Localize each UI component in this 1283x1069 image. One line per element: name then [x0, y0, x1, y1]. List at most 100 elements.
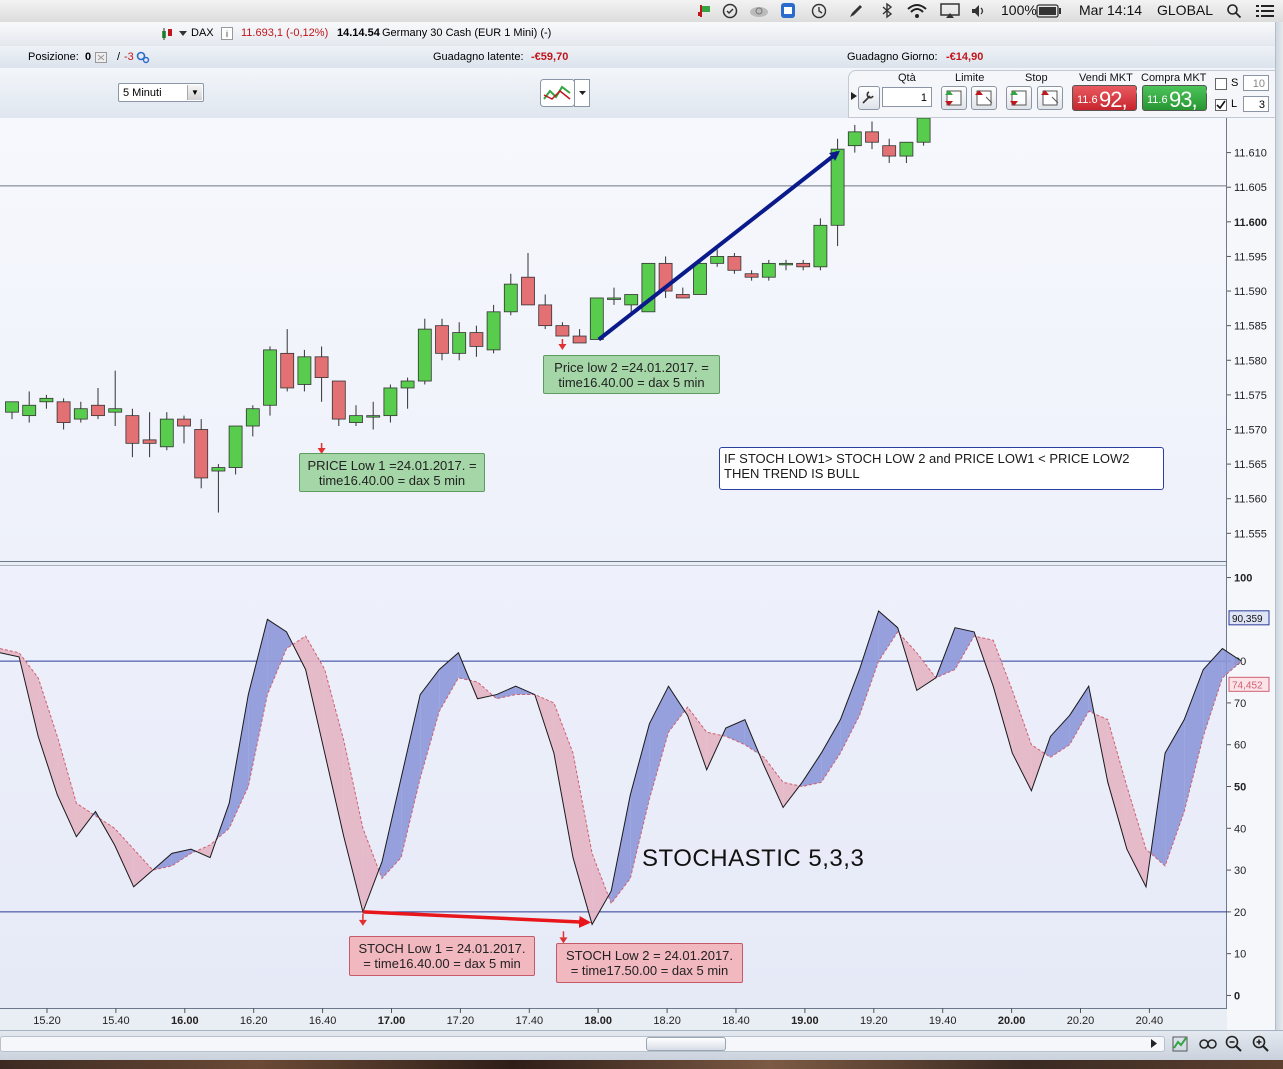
stoch-y-tick-label: 40 [1234, 823, 1246, 835]
sell-mkt-button[interactable]: 11.6 92, 6 [1072, 85, 1142, 112]
chart-area[interactable]: 11.555 11.560 11.565 11.570 11.575 11.580 11.5… [0, 118, 1275, 1030]
menubar-global[interactable]: GLOBAL [1157, 2, 1213, 18]
airplay-icon[interactable] [940, 3, 960, 19]
candle-up [383, 387, 398, 417]
rule-note: IF STOCH LOW1> STOCH LOW 2 and PRICE LOW… [719, 447, 1164, 490]
buy-mkt-button[interactable]: 11.6 93, 6 [1142, 85, 1212, 112]
limit-buy-icon [945, 90, 962, 106]
instrument-bar: DAX i 11.693,1 (-0,12%) 14.14.54 Germany… [0, 22, 1283, 47]
price-low2-line1: Price low 2 =24.01.2017. = [554, 360, 709, 375]
stoch-low1-line2: = time16.40.00 = dax 5 min [363, 956, 521, 971]
zoom-out-icon[interactable] [1225, 1035, 1243, 1053]
candle-down [796, 262, 811, 268]
s-checkbox[interactable] [1215, 78, 1227, 90]
day-gain-label: Guadagno Giorno: [847, 51, 938, 63]
stop-buy-button[interactable] [1006, 86, 1032, 110]
close-position-icon[interactable] [95, 52, 107, 63]
scroll-thumb[interactable] [646, 1037, 726, 1051]
candle-down [435, 325, 449, 354]
stoch-y-tick-label: 50 [1234, 782, 1246, 794]
window-edge [1275, 22, 1283, 1030]
stoch-y-tick-label: 60 [1234, 740, 1246, 752]
candle-down [555, 325, 570, 337]
play-icon[interactable] [851, 92, 857, 100]
time-machine-icon[interactable] [810, 2, 828, 19]
info-icon[interactable]: i [221, 27, 233, 40]
checkmark-icon[interactable] [722, 3, 738, 19]
sell-price-prefix: 11.6 [1077, 94, 1098, 106]
menubar-datetime[interactable]: Mar 14:14 [1079, 2, 1142, 18]
candle-down [727, 256, 742, 271]
day-gain-value: -€14,90 [946, 51, 984, 63]
unrealized-label: Guadagno latente: [433, 51, 524, 63]
qty-label: Qtà [898, 72, 916, 84]
stoch-y-tick-label: 10 [1234, 949, 1246, 961]
price-y-tick-label: 11.605 [1234, 182, 1267, 194]
horizontal-scrollbar[interactable] [0, 1036, 1165, 1052]
zoom-in-icon[interactable] [1252, 1035, 1270, 1053]
candle-up [486, 311, 501, 351]
candle-down [125, 415, 140, 444]
l-checkbox[interactable] [1215, 99, 1227, 111]
list-icon[interactable] [1256, 4, 1274, 18]
instrument-symbol[interactable]: DAX [191, 27, 214, 39]
cloud-icon[interactable] [748, 3, 770, 19]
candle-up [22, 404, 37, 417]
qty-input[interactable]: 1 [882, 87, 932, 107]
candle-down [91, 404, 105, 417]
chart-type-icon[interactable] [540, 79, 590, 107]
stoch-k-value: 90,359 [1232, 614, 1263, 625]
chevron-down-icon[interactable] [179, 31, 187, 37]
stoch-low1-note: STOCH Low 1 = 24.01.2017. = time16.40.00… [349, 936, 535, 976]
flag-icon[interactable] [697, 3, 713, 19]
position-orders: -3 [124, 51, 134, 63]
link-icon[interactable] [1198, 1035, 1218, 1053]
s-input[interactable]: 10 [1243, 75, 1269, 91]
price-low2-line2: time16.40.00 = dax 5 min [558, 375, 705, 390]
candle-down [280, 352, 295, 389]
candle-up [349, 415, 363, 423]
battery-icon[interactable] [1036, 4, 1062, 18]
wifi-icon[interactable] [906, 3, 928, 19]
scroll-right-icon[interactable] [1150, 1039, 1158, 1048]
candle-up [761, 262, 776, 278]
instrument-quote: 11.693,1 (-0,12%) [241, 27, 329, 39]
search-icon[interactable] [1226, 3, 1242, 19]
candle-up [916, 118, 931, 143]
pen-icon[interactable] [848, 3, 864, 19]
refresh-icon[interactable] [1171, 1035, 1189, 1053]
stop-sell-button[interactable] [1037, 86, 1063, 110]
wrench-button[interactable] [858, 86, 880, 110]
timeframe-select[interactable]: 5 Minuti ▼ [118, 83, 204, 102]
candle-down [744, 273, 759, 278]
x-tick-label: 16.20 [240, 1015, 268, 1027]
candle-up [39, 397, 54, 403]
bluetooth-icon[interactable] [881, 2, 893, 19]
limit-buy-button[interactable] [941, 86, 967, 110]
stoch-low2-line1: STOCH Low 2 = 24.01.2017. [565, 948, 734, 963]
price-y-tick-label: 11.600 [1234, 217, 1267, 229]
price-low1-line2: time16.40.00 = dax 5 min [318, 473, 466, 488]
price-y-tick-label: 11.575 [1234, 390, 1267, 402]
volume-icon[interactable] [970, 3, 986, 19]
s-label: S [1231, 77, 1239, 89]
l-input[interactable]: 3 [1243, 96, 1269, 112]
gear-icon[interactable] [136, 51, 150, 64]
app-icon[interactable] [780, 2, 796, 19]
order-panel: Qtà 1 Limite Stop Vendi MKT 11.6 92, 6 C… [848, 70, 1283, 118]
battery-percent: 100% [1001, 2, 1037, 18]
x-tick-label: 19.40 [929, 1015, 957, 1027]
price-y-tick-label: 11.595 [1234, 251, 1267, 263]
chevron-down-icon[interactable]: ▼ [187, 85, 202, 100]
price-y-tick-label: 11.610 [1234, 148, 1267, 160]
candle-down [882, 145, 897, 157]
candle-up [263, 349, 277, 406]
candle-up [245, 408, 260, 427]
price-y-tick-label: 11.580 [1234, 355, 1267, 367]
buy-price-main: 93, [1169, 87, 1198, 112]
limit-sell-button[interactable] [971, 86, 997, 110]
price-y-tick-label: 11.555 [1234, 528, 1267, 540]
candle-up [503, 283, 518, 313]
svg-text:i: i [226, 29, 228, 39]
stoch-low2-line2: = time17.50.00 = dax 5 min [570, 963, 729, 978]
